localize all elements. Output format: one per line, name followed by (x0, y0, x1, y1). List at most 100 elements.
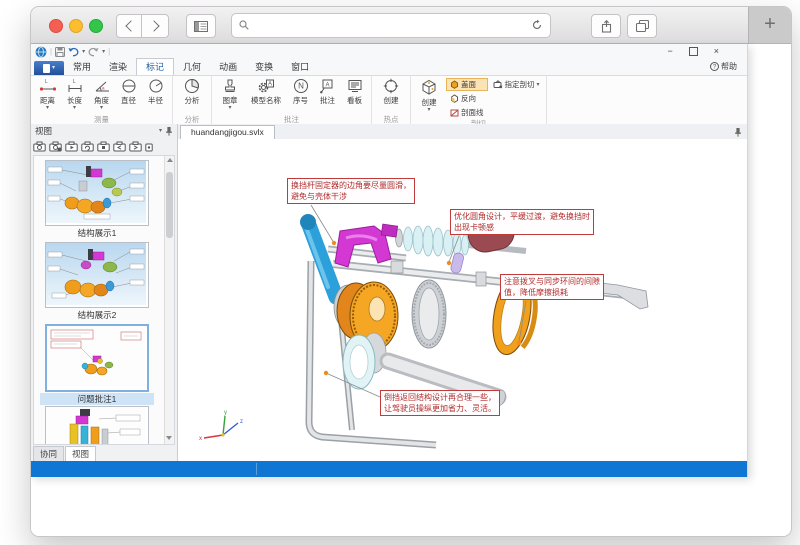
model-canvas[interactable]: x y z 换挡杆固定器的边角要尽量圆滑， 避免与壳体干涉 优化圆角设计，平缓过… (178, 139, 747, 461)
model-name-button[interactable]: A 模型名称 (245, 77, 287, 106)
prev-view-icon[interactable] (113, 141, 126, 152)
more-views-icon[interactable] (145, 141, 153, 152)
view-thumbnail-problem-annotation[interactable]: 问题批注1 (40, 324, 154, 405)
next-view-icon[interactable] (129, 141, 142, 152)
tab-geometry[interactable]: 几何 (174, 59, 210, 75)
file-icon (43, 64, 50, 73)
share-button[interactable] (591, 14, 621, 38)
tab-window[interactable]: 窗口 (282, 59, 318, 75)
back-button[interactable] (116, 14, 144, 38)
chevron-down-icon[interactable]: ▾ (228, 106, 231, 110)
scrollbar-thumb[interactable] (166, 172, 173, 238)
browser-window: + | (30, 6, 792, 537)
chevron-down-icon[interactable]: ▾ (46, 106, 49, 110)
redo-dropdown-icon[interactable]: ▾ (102, 50, 105, 54)
minimize-traffic-light[interactable] (69, 19, 83, 33)
close-button[interactable]: × (714, 46, 719, 56)
close-traffic-light[interactable] (49, 19, 63, 33)
section-create-button[interactable]: 创建 ▾ (414, 77, 444, 112)
tab-markup[interactable]: 标记 (136, 58, 174, 75)
ribbon-group-annotation: 图章 ▾ A 模型名称 (212, 76, 372, 125)
thumbnail-scrollbar[interactable] (164, 156, 174, 444)
angle-button[interactable]: a 角度 ▾ (88, 77, 115, 110)
view-thumbnail-structure2[interactable]: 结构展示2 (40, 242, 154, 321)
distance-button[interactable]: L 距离 ▾ (34, 77, 61, 110)
analysis-button[interactable]: 分析 (176, 77, 208, 106)
svg-text:L: L (45, 79, 48, 85)
annotation-callout-1[interactable]: 换挡杆固定器的边角要尽量圆滑， 避免与壳体干涉 (287, 178, 415, 204)
tab-common[interactable]: 常用 (64, 59, 100, 75)
status-bar-divider (256, 463, 257, 475)
stamp-button[interactable]: 图章 ▾ (215, 77, 245, 110)
scroll-down-icon[interactable] (166, 436, 172, 440)
sidebar-toggle-button[interactable] (186, 14, 216, 38)
ribbon-group-measure: L 距离 ▾ L (31, 76, 173, 125)
capture-view-icon[interactable] (33, 141, 46, 152)
chevron-down-icon[interactable]: ▾ (537, 83, 540, 87)
views-panel-title: 视图 (35, 125, 52, 137)
views-toolbar (33, 138, 175, 154)
zoom-traffic-light[interactable] (89, 19, 103, 33)
undo-icon[interactable] (68, 47, 79, 57)
hotspot-create-button[interactable]: 创建 (375, 77, 407, 106)
new-tab-button[interactable]: + (748, 7, 791, 43)
pin-icon[interactable] (165, 126, 173, 136)
undo-dropdown-icon[interactable]: ▾ (82, 50, 85, 54)
minimize-button[interactable]: − (667, 46, 672, 56)
ribbon-group-hotspot: 创建 热点 (372, 76, 411, 125)
file-menu-button[interactable]: ▾ (34, 61, 64, 75)
forward-button[interactable] (141, 14, 169, 38)
view-thumbnail-list: 结构展示1 (33, 155, 175, 445)
tab-overview-button[interactable] (627, 14, 657, 38)
scroll-up-icon[interactable] (167, 158, 173, 162)
reverse-icon (450, 94, 459, 103)
annotation-callout-3[interactable]: 注意拨叉与同步环间的间隙 值，降低摩擦损耗 (500, 274, 604, 300)
tabs-icon (636, 20, 649, 32)
tab-views[interactable]: 视图 (65, 446, 96, 461)
web-page: | ▾ ▾ | (31, 44, 791, 536)
diameter-button[interactable]: 直径 (115, 77, 142, 106)
chevron-down-icon[interactable]: ▾ (427, 108, 430, 112)
svg-text:N: N (298, 82, 304, 91)
angle-icon: a (93, 78, 111, 94)
save-icon[interactable] (55, 47, 65, 57)
sequence-number-button[interactable]: N 序号 (287, 77, 314, 106)
view-thumbnail-structure1[interactable]: 结构展示1 (40, 160, 154, 239)
reverse-toggle[interactable]: 反向 (446, 92, 488, 105)
redo-icon[interactable] (88, 47, 99, 57)
help-button[interactable]: ? 帮助 (710, 61, 737, 72)
chevron-down-icon: ▾ (52, 66, 55, 70)
maximize-button[interactable] (689, 47, 698, 56)
tab-animation[interactable]: 动画 (210, 59, 246, 75)
chevron-down-icon[interactable]: ▾ (159, 129, 162, 133)
play-views-icon[interactable] (65, 141, 78, 152)
chevron-down-icon[interactable]: ▾ (100, 106, 103, 110)
board-button[interactable]: 看板 (341, 77, 368, 106)
views-panel: 视图 ▾ (31, 124, 178, 461)
svg-text:a: a (102, 86, 105, 91)
cap-face-toggle[interactable]: 盖面 (446, 78, 488, 91)
pin-icon[interactable] (734, 127, 742, 137)
reload-icon[interactable] (531, 19, 543, 31)
radius-button[interactable]: 半径 (142, 77, 169, 106)
tab-collaboration[interactable]: 协同 (33, 446, 64, 461)
document-tab[interactable]: huandangjigou.svlx (180, 125, 275, 140)
annotation-callout-4[interactable]: 倒挡返回结构设计再合理一些， 让驾驶员操纵更加省力、灵活。 (380, 390, 500, 416)
stop-views-icon[interactable] (97, 141, 110, 152)
tab-render[interactable]: 渲染 (100, 59, 136, 75)
update-view-icon[interactable] (49, 141, 62, 152)
length-button[interactable]: L 长度 ▾ (61, 77, 88, 110)
sidebar-icon (194, 21, 208, 32)
annotation-button[interactable]: A 批注 (314, 77, 341, 106)
address-search-field[interactable] (231, 13, 551, 38)
tab-transform[interactable]: 变换 (246, 59, 282, 75)
ribbon: L 距离 ▾ L (31, 75, 747, 126)
view-thumbnail-partial[interactable] (40, 406, 154, 445)
annotation-callout-2[interactable]: 优化圆角设计，平缓过渡，避免换挡时 出现卡顿感 (450, 209, 594, 235)
loop-views-icon[interactable] (81, 141, 94, 152)
section-line-toggle[interactable]: 剖面线 (446, 106, 488, 119)
chevron-down-icon[interactable]: ▾ (73, 106, 76, 110)
browser-toolbar: + (31, 7, 791, 44)
section-line-icon (450, 108, 459, 117)
assign-section-button[interactable]: 指定剖切 ▾ (490, 79, 543, 90)
